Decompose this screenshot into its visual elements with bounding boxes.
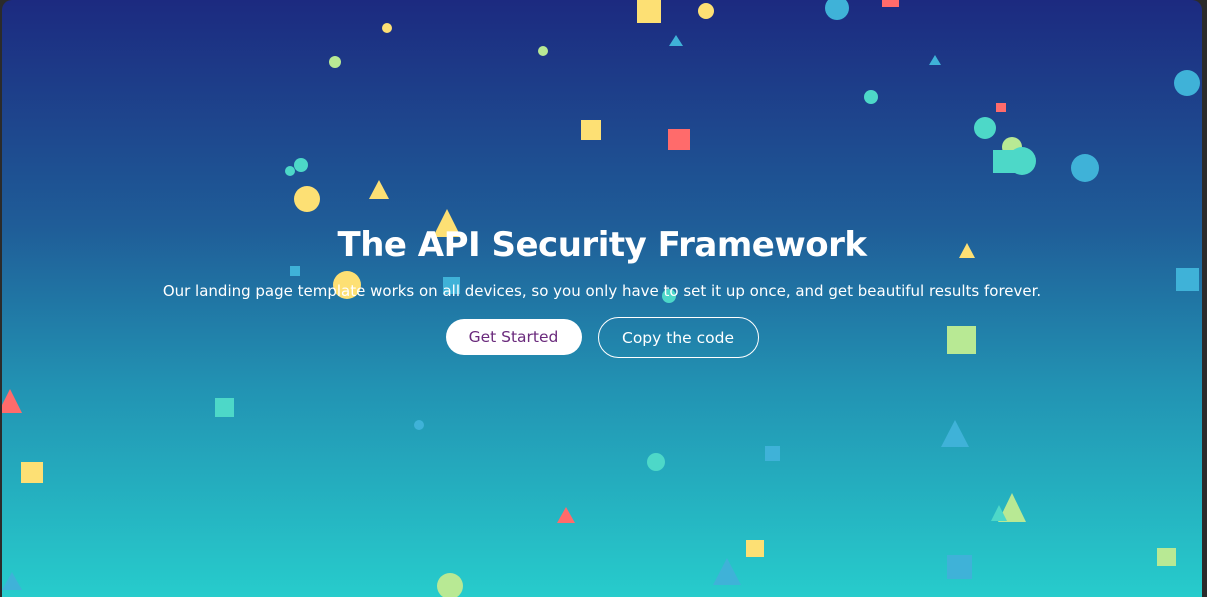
confetti-square bbox=[746, 540, 764, 557]
hero-subtitle: Our landing page template works on all d… bbox=[162, 282, 1042, 300]
confetti-square bbox=[668, 129, 690, 150]
confetti-circle bbox=[414, 420, 424, 430]
confetti-circle bbox=[294, 186, 320, 212]
confetti-circle bbox=[294, 158, 308, 172]
confetti-circle bbox=[864, 90, 878, 104]
confetti-circle bbox=[538, 46, 548, 56]
confetti-triangle bbox=[713, 558, 741, 585]
confetti-circle bbox=[1071, 154, 1099, 182]
confetti-square bbox=[215, 398, 234, 417]
confetti-triangle bbox=[2, 572, 22, 590]
confetti-square bbox=[993, 150, 1017, 173]
hero-title: The API Security Framework bbox=[337, 225, 868, 265]
confetti-circle bbox=[285, 166, 295, 176]
confetti-square bbox=[765, 446, 780, 461]
confetti-circle bbox=[698, 3, 714, 19]
confetti-triangle bbox=[557, 507, 575, 523]
hero-actions: Get Started Copy the code bbox=[2, 317, 1202, 358]
confetti-circle bbox=[382, 23, 392, 33]
confetti-circle bbox=[825, 0, 849, 20]
get-started-button[interactable]: Get Started bbox=[445, 319, 582, 355]
confetti-circle bbox=[1174, 70, 1200, 96]
confetti-triangle bbox=[369, 180, 389, 199]
confetti-square bbox=[581, 120, 601, 140]
confetti-triangle bbox=[929, 55, 941, 65]
confetti-circle bbox=[437, 573, 463, 597]
confetti-square bbox=[947, 555, 972, 579]
confetti-circle bbox=[329, 56, 341, 68]
confetti-square bbox=[21, 462, 43, 483]
confetti-triangle bbox=[941, 420, 969, 447]
hero-section: The API Security Framework Our landing p… bbox=[2, 0, 1202, 597]
confetti-square bbox=[882, 0, 899, 7]
confetti-square bbox=[1157, 548, 1176, 566]
hero-content: The API Security Framework Our landing p… bbox=[2, 222, 1202, 358]
copy-code-button[interactable]: Copy the code bbox=[597, 317, 759, 358]
confetti-triangle bbox=[669, 35, 683, 46]
confetti-square bbox=[996, 103, 1006, 112]
confetti-square bbox=[637, 0, 661, 23]
confetti-circle bbox=[647, 453, 665, 471]
confetti-circle bbox=[974, 117, 996, 139]
confetti-triangle bbox=[2, 389, 22, 413]
